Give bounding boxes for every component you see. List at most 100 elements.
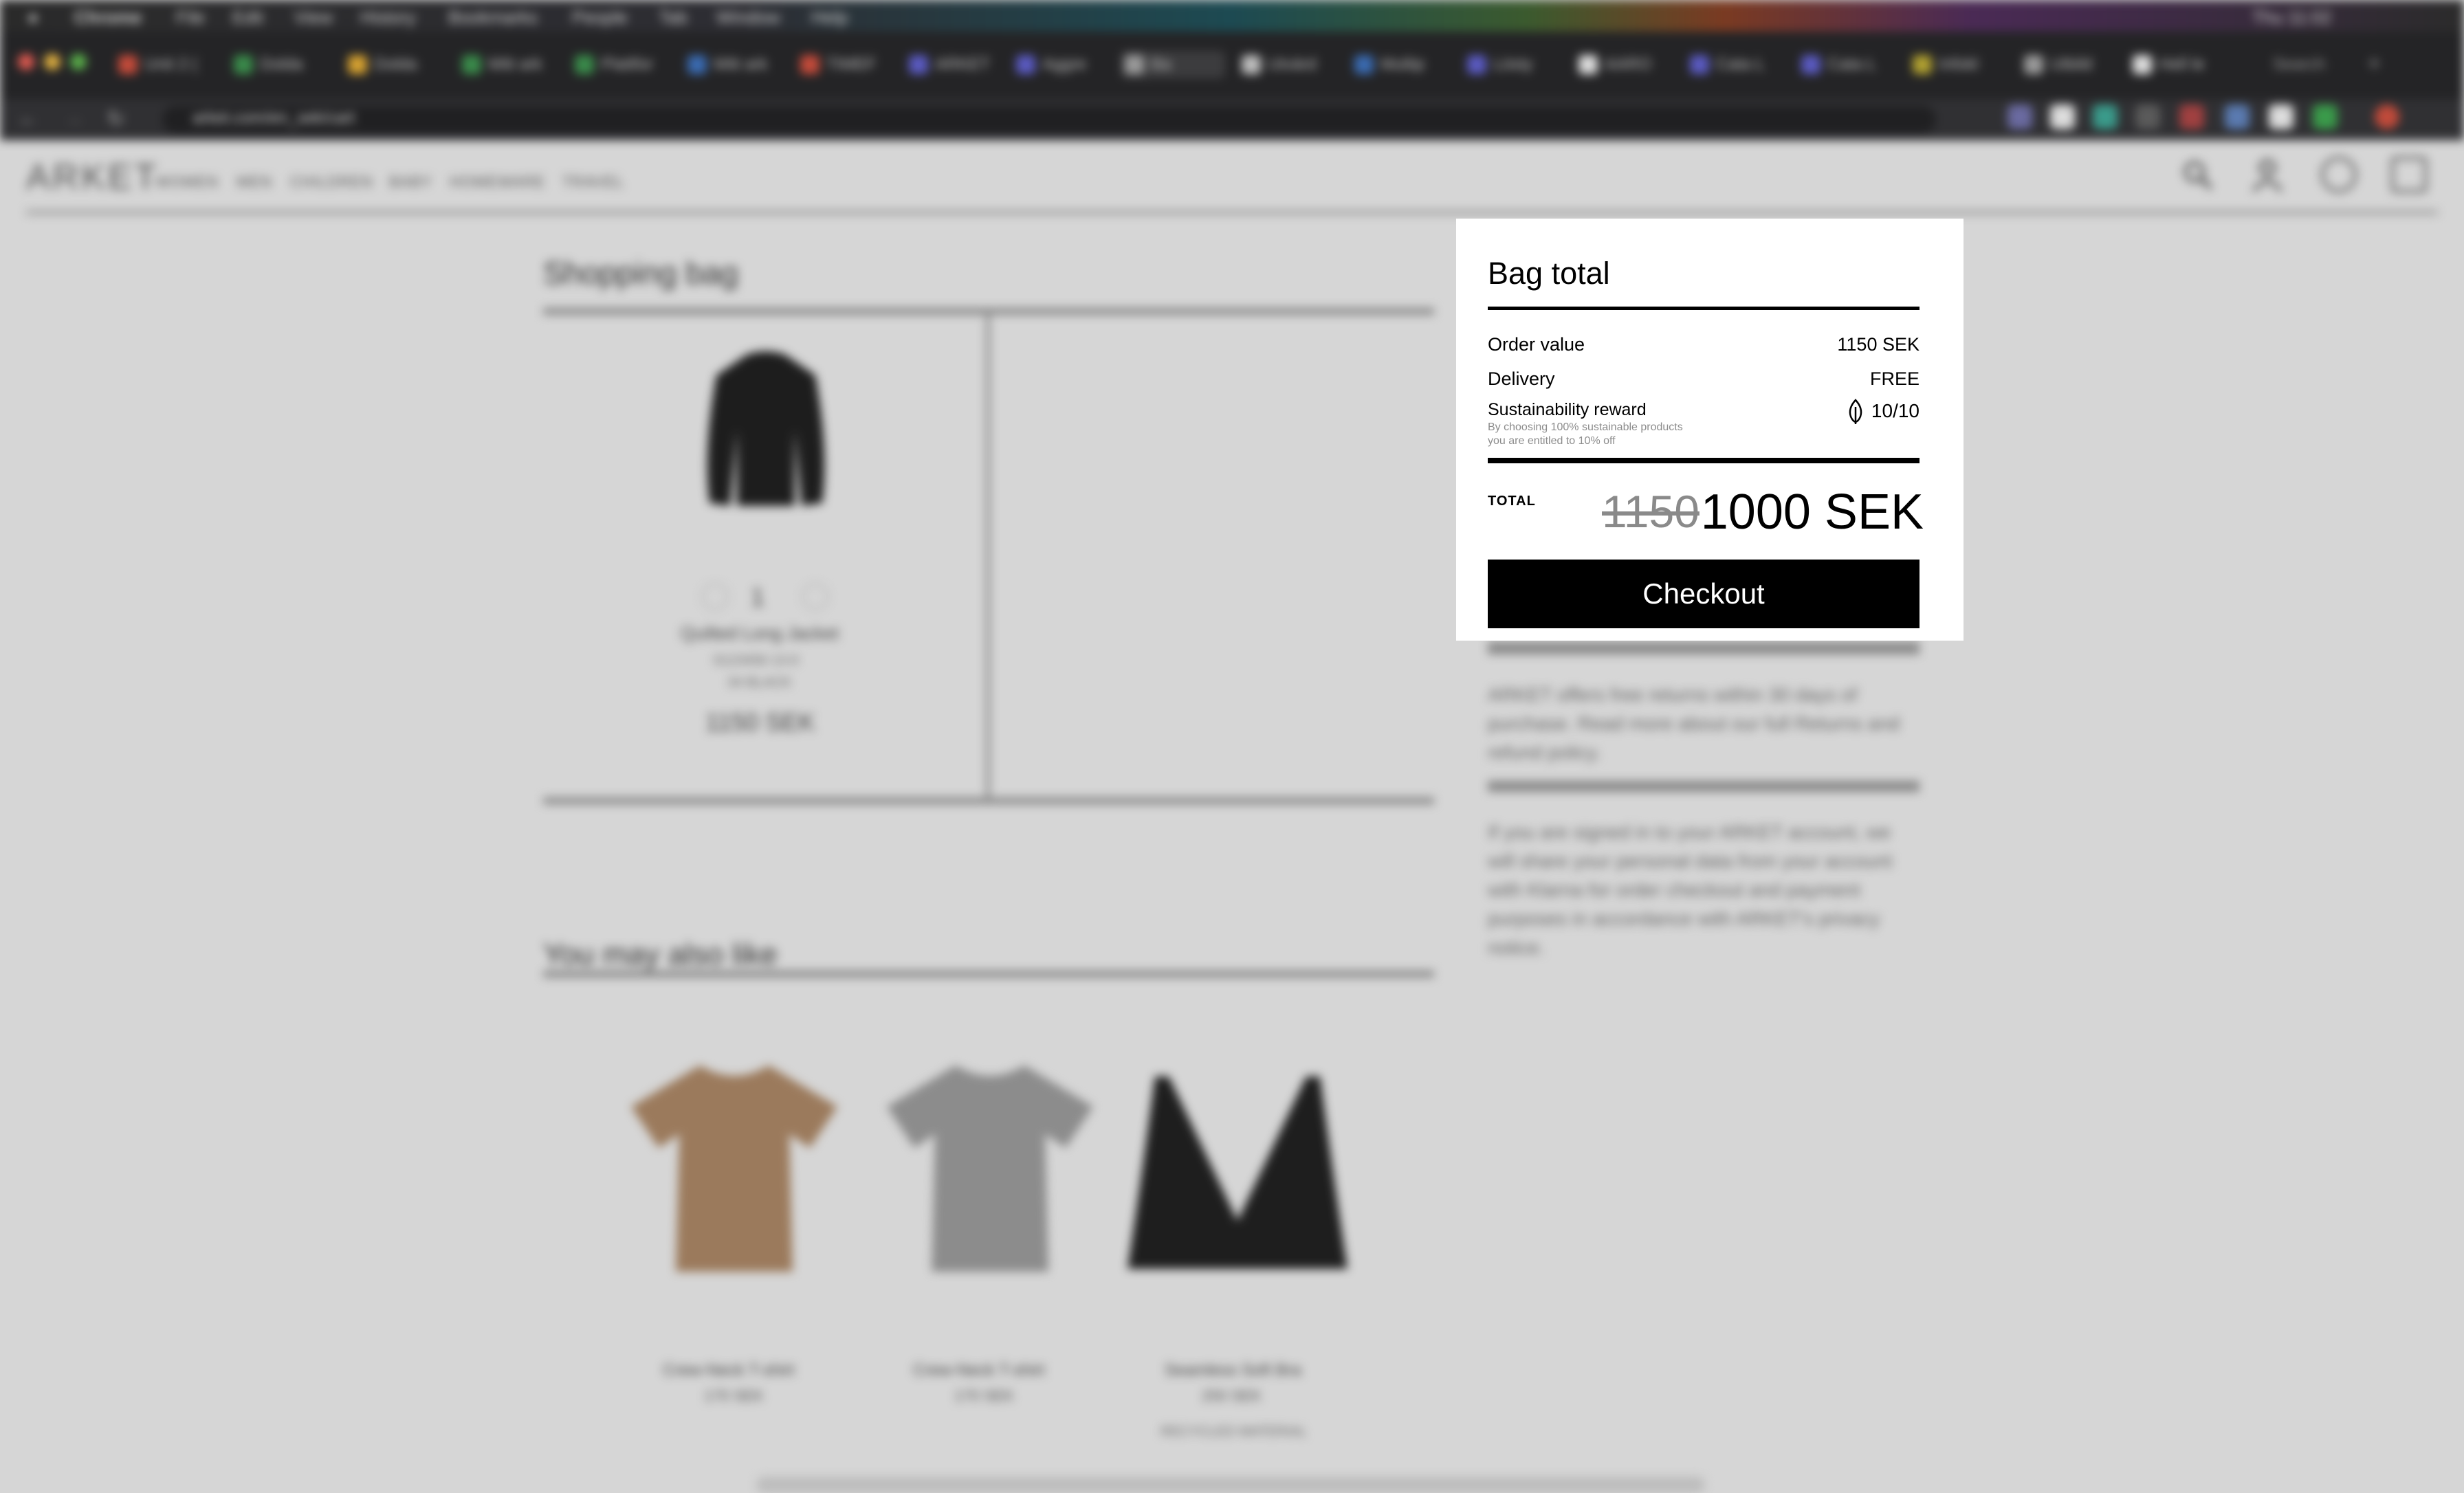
account-icon[interactable] [2250,157,2285,192]
back-arrow-icon[interactable]: ← [18,107,38,131]
browser-tab[interactable]: Utvärd [1238,51,1334,78]
browser-tab[interactable]: Dolda [230,51,326,78]
browser-tab[interactable]: Utbild [2020,51,2116,78]
sustainability-note-line: you are entitled to 10% off [1488,435,1616,447]
returns-info: ARKET offers free returns within 30 days… [1488,684,1900,763]
product-image-tshirt-grey[interactable] [887,1059,1093,1274]
nav-baby[interactable]: BABY [389,173,432,191]
address-bar[interactable] [162,106,1936,133]
browser-tab[interactable]: Lösty [1463,51,1559,78]
browser-tab[interactable]: Mitt ark [458,51,554,78]
quantity-stepper[interactable]: 1 [701,583,832,611]
menu-help[interactable]: Help [811,7,848,27]
sustainability-note-line: By choosing 100% sustainable products [1488,421,1683,433]
product-name[interactable]: Crew-Neck T-shirt [913,1361,1045,1380]
product-price: 250 SEK [1202,1387,1262,1404]
arket-logo[interactable]: ARKET [26,157,159,198]
discounted-total: 1000 SEK [1700,485,1924,540]
favicon-icon [1801,55,1820,74]
browser-tab[interactable]: Aggre [1012,51,1108,78]
bag-divider [543,308,1434,315]
browser-tab[interactable]: Unit 2 ( [114,51,210,78]
extension-icon[interactable] [2008,104,2032,129]
browser-tab-active[interactable]: Ba [1121,51,1225,78]
item-name[interactable]: Quilted Long Jacket [681,623,839,644]
profile-avatar[interactable] [2375,104,2399,129]
returns-divider [1488,642,1920,654]
extension-icon[interactable] [2179,104,2204,129]
extension-icon[interactable] [2269,104,2294,129]
menu-app[interactable]: Chrome [74,7,142,27]
decrease-qty-button[interactable] [701,583,729,610]
delivery-row: Delivery FREE [1488,368,1920,396]
favicon-icon [1016,55,1035,74]
bottom-bar [756,1477,1705,1493]
favicon-icon [2133,55,2152,74]
browser-tab[interactable]: Mitt ark [683,51,780,78]
privacy-divider [1488,781,1920,792]
menu-view[interactable]: View [294,7,333,27]
browser-tab[interactable]: ARKET [905,51,1001,78]
extension-icon[interactable] [2050,104,2075,129]
product-name[interactable]: Seamless Soft Bra [1165,1361,1301,1380]
favicon-icon [575,55,594,74]
forward-arrow-icon[interactable]: → [63,107,84,131]
favicon-icon [1354,55,1374,74]
header-divider [26,210,2438,214]
product-name[interactable]: Crew-Neck T-shirt [663,1361,795,1380]
close-window-icon[interactable] [18,54,34,70]
browser-tab[interactable]: Multip [1350,51,1446,78]
nav-travel[interactable]: TRAVEL [562,173,624,191]
favicon-icon [1467,55,1486,74]
nav-children[interactable]: CHILDREN [290,173,373,191]
bag-total-divider [1488,307,1920,310]
zoom-window-icon[interactable] [70,54,87,70]
product-image-bra-black[interactable] [1128,1076,1348,1276]
browser-tab[interactable]: Plattfor [571,51,667,78]
product-price: 170 SEK [954,1387,1014,1404]
item-size-color: 34 BLACK [727,675,792,690]
menu-file[interactable]: File [176,7,205,27]
item-price: 1150 SEK [705,708,815,736]
nav-homeware[interactable]: HOMEWARE [450,173,545,191]
browser-tab[interactable]: Cata L [1797,51,1893,78]
extension-icon[interactable] [2135,104,2160,129]
menu-window[interactable]: Window [716,7,780,27]
menu-history[interactable]: History [360,7,416,27]
favicon-icon [348,55,367,74]
browser-tab[interactable]: AARO [1574,51,1671,78]
browser-tab[interactable]: Dolda [344,51,440,78]
leaf-icon [1849,399,1862,424]
recommendations-divider [543,971,1434,977]
search-icon[interactable] [2179,157,2215,192]
product-image-tshirt-brown[interactable] [631,1059,837,1274]
extension-icon[interactable] [2093,104,2118,129]
quantity-value: 1 [751,583,765,611]
menu-bookmarks[interactable]: Bookmarks [448,7,538,27]
quilted-jacket-image[interactable] [698,348,833,510]
browser-tab[interactable]: Infokl [1908,51,2005,78]
nav-women[interactable]: WOMEN [155,173,219,191]
browser-tab[interactable]: TIMEF [796,51,892,78]
extension-icon[interactable] [2225,104,2250,129]
increase-qty-button[interactable] [802,583,829,610]
extension-icon[interactable] [2313,104,2338,129]
favicon-icon [1578,55,1598,74]
checkout-button[interactable]: Checkout [1488,560,1920,628]
browser-tab[interactable]: Hell le [2128,51,2225,78]
new-tab-plus-icon[interactable]: + [2368,51,2381,76]
apple-icon[interactable]: ● [28,7,38,27]
tab-search[interactable]: Search [2273,55,2325,74]
menu-people[interactable]: People [572,7,628,27]
help-icon[interactable] [2321,157,2357,192]
nav-men[interactable]: MEN [236,173,272,191]
bag-total-title: Bag total [1488,256,1610,291]
favicon-icon [234,55,253,74]
recycled-material-badge: RECYCLED MATERIAL [1160,1424,1308,1439]
shopping-bag-icon[interactable] [2391,157,2427,192]
browser-tab[interactable]: Cata L [1686,51,1782,78]
menu-edit[interactable]: Edit [232,7,263,27]
menu-tab[interactable]: Tab [659,7,688,27]
minimize-window-icon[interactable] [44,54,60,70]
reload-icon[interactable]: ↻ [107,107,124,131]
